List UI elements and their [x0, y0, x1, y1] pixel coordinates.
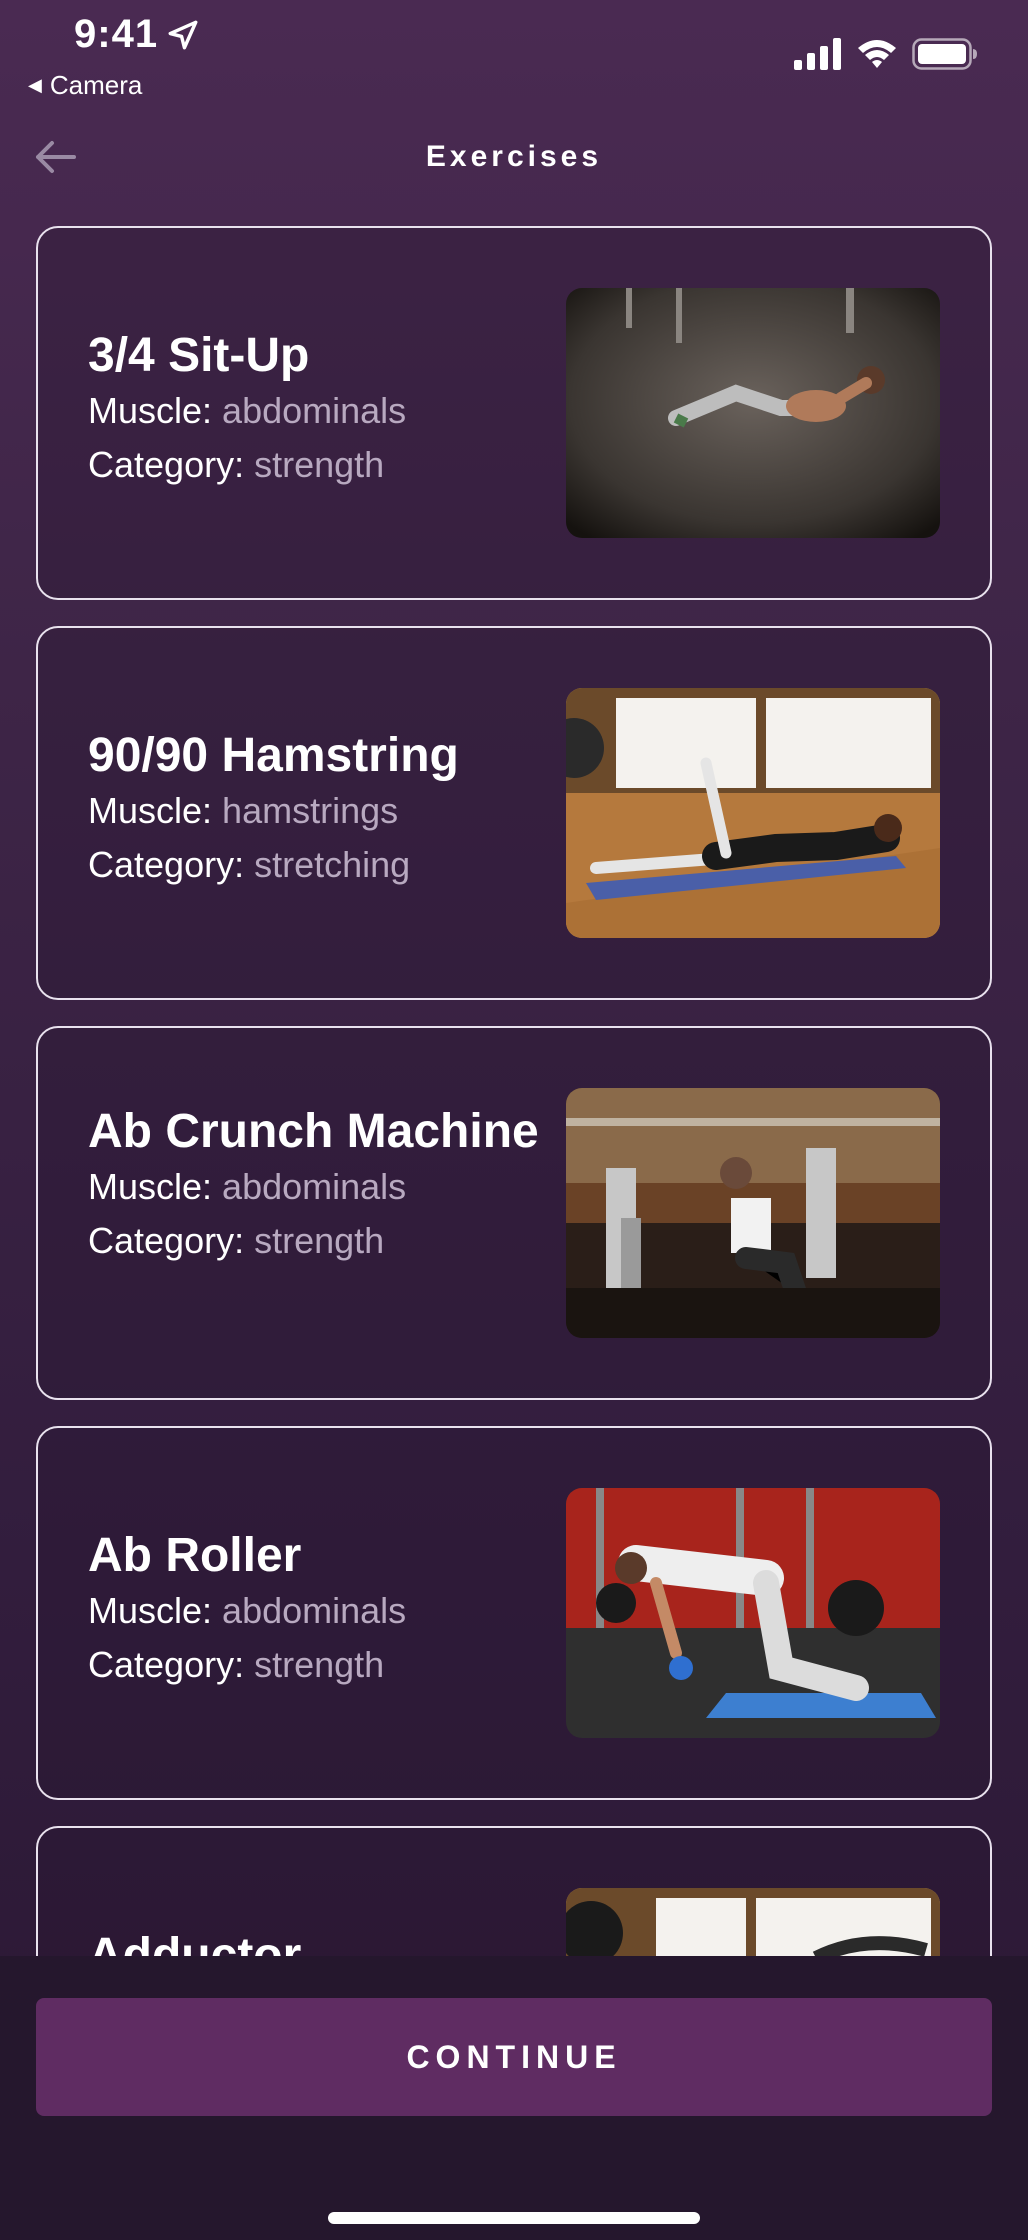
exercise-info: Ab Crunch Machine Muscle: abdominals Cat…	[88, 1104, 548, 1268]
category-label: Category:	[88, 1644, 255, 1685]
category-value: strength	[254, 1220, 385, 1261]
status-bar: 9:41 ◀ Camera	[0, 0, 1028, 110]
continue-button[interactable]: CONTINUE	[36, 1998, 992, 2116]
exercise-category: Category: stretching	[88, 838, 548, 892]
back-to-app-link[interactable]: ◀ Camera	[28, 70, 142, 101]
exercise-category: Category: strength	[88, 438, 548, 492]
navigation-bar: Exercises	[0, 120, 1028, 196]
muscle-label: Muscle:	[88, 790, 223, 831]
exercise-category: Category: strength	[88, 1214, 548, 1268]
category-label: Category:	[88, 1220, 255, 1261]
wifi-icon	[858, 40, 896, 68]
exercise-card[interactable]: 3/4 Sit-Up Muscle: abdominals Category: …	[36, 226, 992, 600]
exercise-muscle: Muscle: hamstrings	[88, 784, 548, 838]
muscle-value: abdominals	[222, 1590, 407, 1631]
exercise-info: Ab Roller Muscle: abdominals Category: s…	[88, 1528, 548, 1692]
cellular-signal-icon	[794, 38, 841, 70]
exercise-list[interactable]: 3/4 Sit-Up Muscle: abdominals Category: …	[0, 226, 1028, 1956]
category-value: stretching	[254, 844, 411, 885]
exercise-card[interactable]: 90/90 Hamstring Muscle: hamstrings Categ…	[36, 626, 992, 1000]
category-label: Category:	[88, 844, 255, 885]
exercise-info: Adductor	[88, 1928, 548, 1956]
muscle-value: hamstrings	[222, 790, 399, 831]
exercise-name: 3/4 Sit-Up	[88, 329, 310, 382]
exercise-info: 3/4 Sit-Up Muscle: abdominals Category: …	[88, 328, 548, 492]
back-app-label: Camera	[49, 70, 143, 100]
exercise-name: Ab Crunch Machine	[88, 1105, 539, 1158]
category-value: strength	[254, 1644, 385, 1685]
exercise-image	[566, 688, 940, 938]
footer-bar: CONTINUE	[0, 1956, 1028, 2240]
muscle-value: abdominals	[222, 390, 407, 431]
exercise-card[interactable]: Adductor	[36, 1826, 992, 1956]
exercise-muscle: Muscle: abdominals	[88, 1584, 548, 1638]
category-value: strength	[254, 444, 385, 485]
exercise-info: 90/90 Hamstring Muscle: hamstrings Categ…	[88, 728, 548, 892]
exercise-muscle: Muscle: abdominals	[88, 1160, 548, 1214]
exercise-card[interactable]: Ab Roller Muscle: abdominals Category: s…	[36, 1426, 992, 1800]
exercise-card[interactable]: Ab Crunch Machine Muscle: abdominals Cat…	[36, 1026, 992, 1400]
muscle-label: Muscle:	[88, 390, 223, 431]
exercise-name: 90/90 Hamstring	[88, 729, 459, 782]
location-arrow-icon	[168, 20, 198, 50]
back-triangle-icon: ◀	[28, 75, 42, 95]
exercise-image	[566, 288, 940, 538]
page-title: Exercises	[425, 140, 603, 173]
muscle-label: Muscle:	[88, 1590, 223, 1631]
exercise-image	[566, 1488, 940, 1738]
exercise-image	[566, 1888, 940, 1956]
category-label: Category:	[88, 444, 255, 485]
muscle-label: Muscle:	[88, 1166, 223, 1207]
exercise-name: Adductor	[88, 1929, 302, 1956]
exercise-image	[566, 1088, 940, 1338]
exercise-name: Ab Roller	[88, 1529, 302, 1582]
battery-icon	[912, 38, 977, 70]
exercise-category: Category: strength	[88, 1638, 548, 1692]
muscle-value: abdominals	[222, 1166, 407, 1207]
home-indicator[interactable]	[328, 2212, 700, 2224]
status-time: 9:41	[74, 12, 159, 56]
exercise-muscle: Muscle: abdominals	[88, 384, 548, 438]
